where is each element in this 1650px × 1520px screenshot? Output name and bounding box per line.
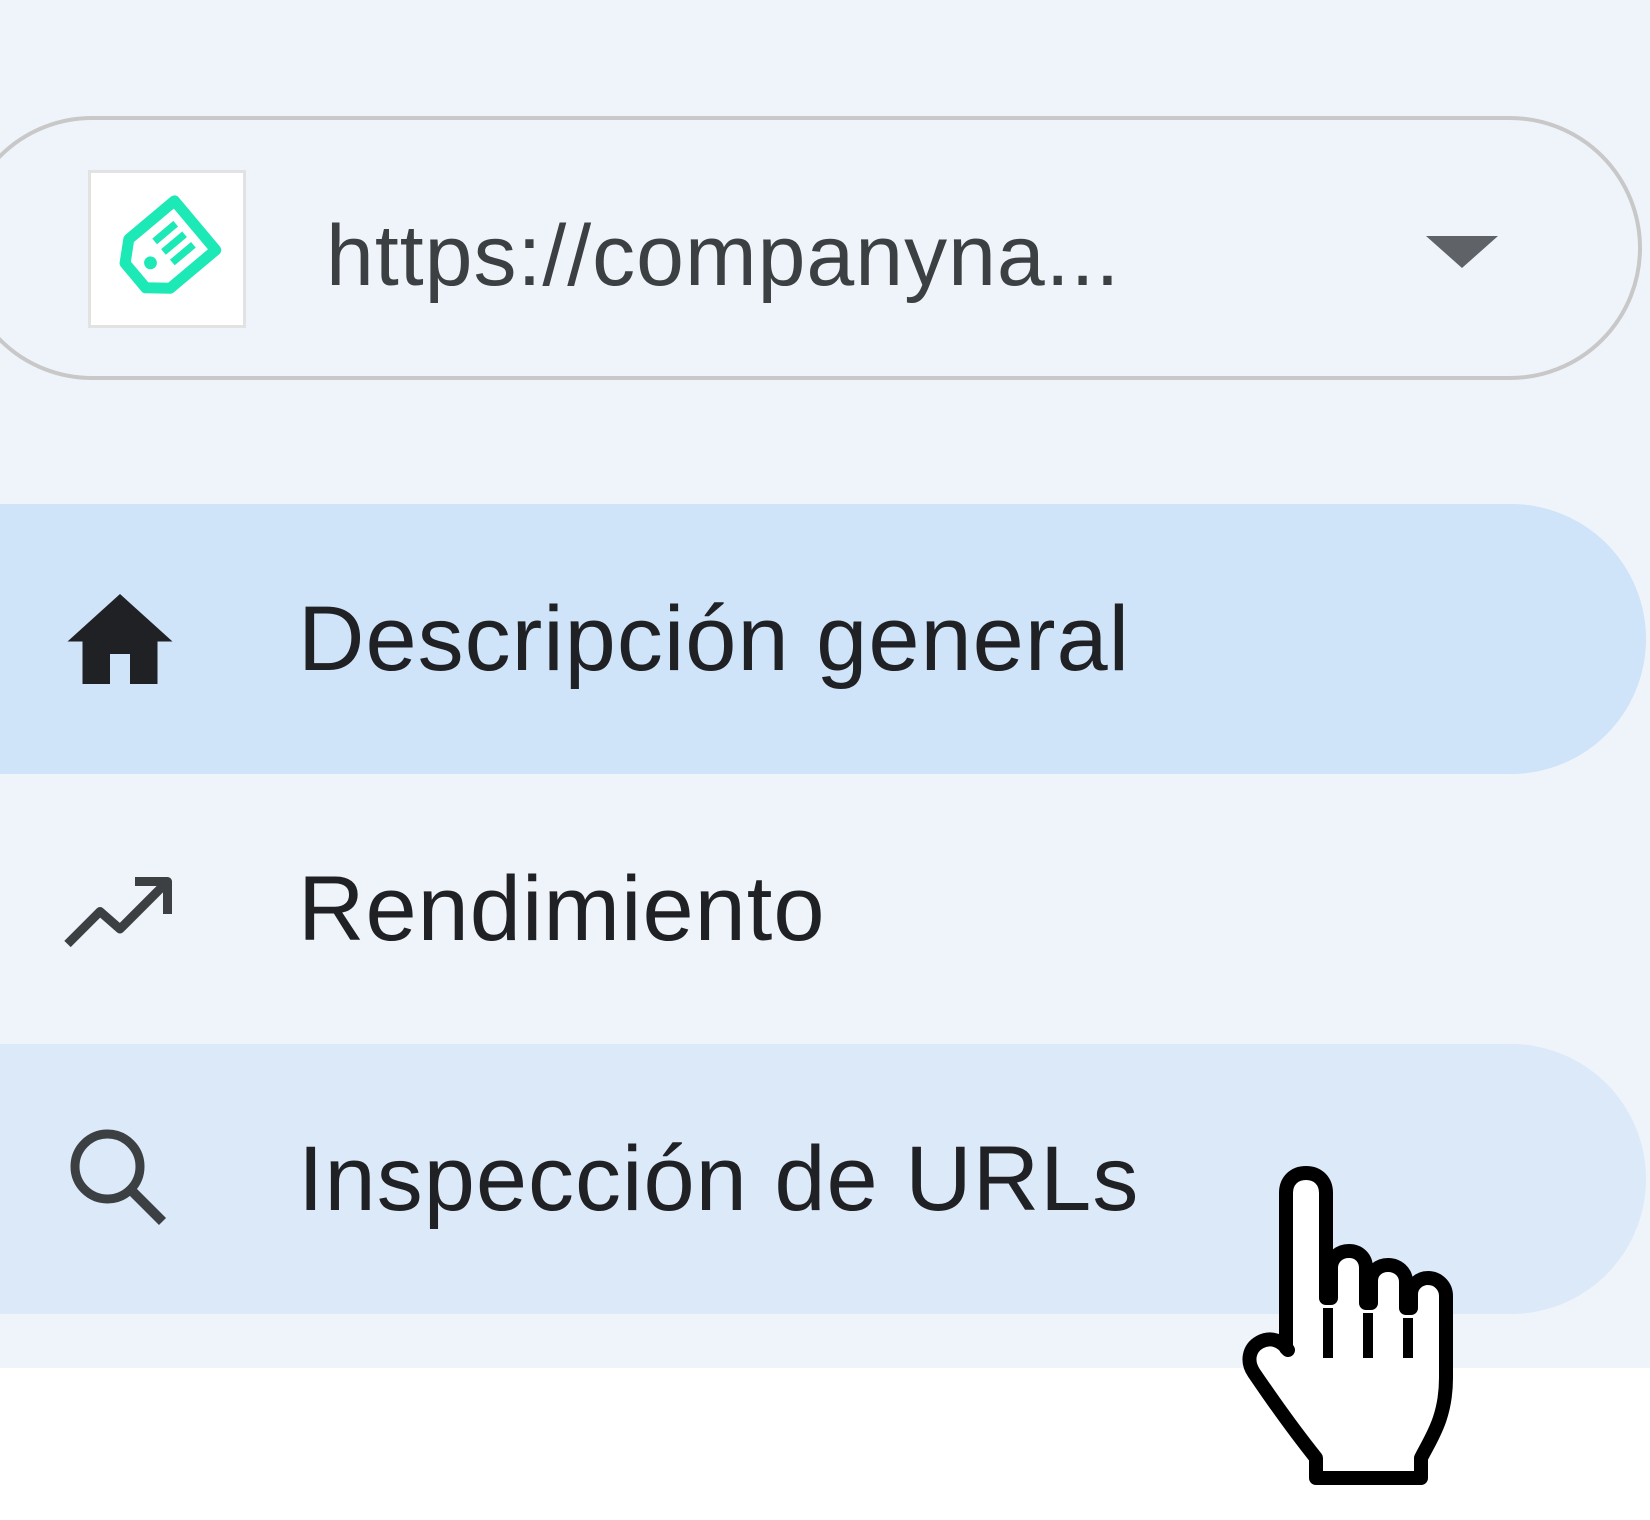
nav-item-label: Rendimiento [298,858,826,960]
nav-item-overview[interactable]: Descripción general [0,504,1646,774]
nav-item-url-inspection[interactable]: Inspección de URLs [0,1044,1646,1314]
search-icon [70,1129,167,1226]
nav-item-label: Inspección de URLs [298,1128,1140,1230]
nav-item-performance[interactable]: Rendimiento [0,774,1646,1044]
sidebar: https://companyna... Descripción general… [0,0,1650,1368]
triangle-down-icon[interactable] [1426,236,1498,268]
property-url[interactable]: https://companyna... [326,196,1266,316]
nav-item-label: Descripción general [298,588,1131,690]
trending-up-icon [64,877,172,948]
price-tag-icon [119,195,222,294]
property-favicon [88,170,246,328]
home-icon [67,594,173,684]
